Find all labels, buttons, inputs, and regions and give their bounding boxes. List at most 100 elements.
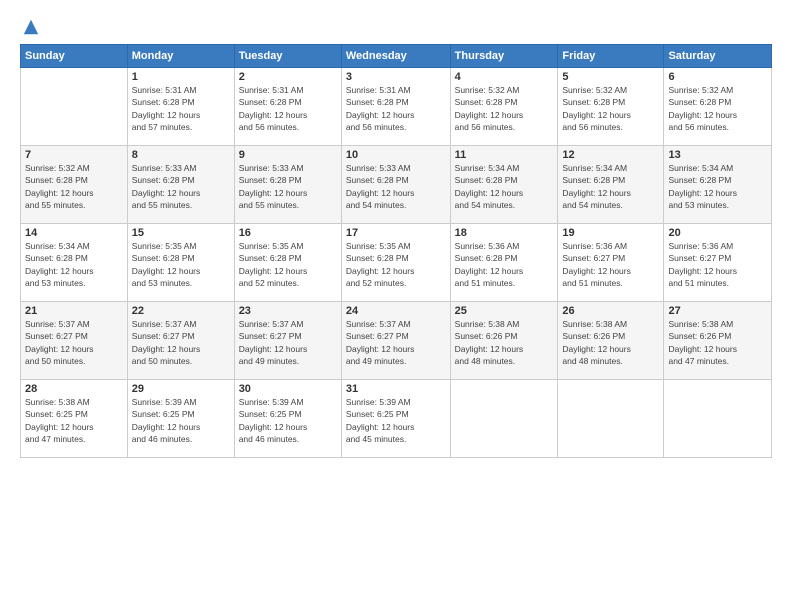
day-info: Sunrise: 5:38 AMSunset: 6:26 PMDaylight:…	[455, 318, 554, 367]
day-info: Sunrise: 5:36 AMSunset: 6:28 PMDaylight:…	[455, 240, 554, 289]
calendar-cell: 19Sunrise: 5:36 AMSunset: 6:27 PMDayligh…	[558, 224, 664, 302]
header	[20, 18, 772, 36]
day-number: 25	[455, 305, 554, 317]
day-number: 4	[455, 71, 554, 83]
calendar-cell: 11Sunrise: 5:34 AMSunset: 6:28 PMDayligh…	[450, 146, 558, 224]
calendar-cell: 10Sunrise: 5:33 AMSunset: 6:28 PMDayligh…	[341, 146, 450, 224]
day-info: Sunrise: 5:32 AMSunset: 6:28 PMDaylight:…	[668, 84, 767, 133]
calendar-cell: 21Sunrise: 5:37 AMSunset: 6:27 PMDayligh…	[21, 302, 128, 380]
day-number: 11	[455, 149, 554, 161]
day-info: Sunrise: 5:38 AMSunset: 6:25 PMDaylight:…	[25, 396, 123, 445]
day-number: 12	[562, 149, 659, 161]
calendar-cell	[664, 380, 772, 458]
day-number: 1	[132, 71, 230, 83]
day-info: Sunrise: 5:34 AMSunset: 6:28 PMDaylight:…	[25, 240, 123, 289]
day-header-tuesday: Tuesday	[234, 45, 341, 68]
calendar-cell: 26Sunrise: 5:38 AMSunset: 6:26 PMDayligh…	[558, 302, 664, 380]
calendar-cell: 30Sunrise: 5:39 AMSunset: 6:25 PMDayligh…	[234, 380, 341, 458]
day-header-thursday: Thursday	[450, 45, 558, 68]
calendar-week-3: 14Sunrise: 5:34 AMSunset: 6:28 PMDayligh…	[21, 224, 772, 302]
logo-icon	[22, 18, 40, 36]
day-info: Sunrise: 5:35 AMSunset: 6:28 PMDaylight:…	[239, 240, 337, 289]
day-number: 14	[25, 227, 123, 239]
day-info: Sunrise: 5:32 AMSunset: 6:28 PMDaylight:…	[25, 162, 123, 211]
day-info: Sunrise: 5:36 AMSunset: 6:27 PMDaylight:…	[562, 240, 659, 289]
day-number: 21	[25, 305, 123, 317]
calendar-cell: 8Sunrise: 5:33 AMSunset: 6:28 PMDaylight…	[127, 146, 234, 224]
day-info: Sunrise: 5:31 AMSunset: 6:28 PMDaylight:…	[346, 84, 446, 133]
calendar-cell	[558, 380, 664, 458]
calendar-cell: 14Sunrise: 5:34 AMSunset: 6:28 PMDayligh…	[21, 224, 128, 302]
day-number: 13	[668, 149, 767, 161]
calendar-cell: 27Sunrise: 5:38 AMSunset: 6:26 PMDayligh…	[664, 302, 772, 380]
calendar-cell	[450, 380, 558, 458]
day-info: Sunrise: 5:33 AMSunset: 6:28 PMDaylight:…	[239, 162, 337, 211]
calendar-cell: 5Sunrise: 5:32 AMSunset: 6:28 PMDaylight…	[558, 68, 664, 146]
day-info: Sunrise: 5:38 AMSunset: 6:26 PMDaylight:…	[668, 318, 767, 367]
day-info: Sunrise: 5:33 AMSunset: 6:28 PMDaylight:…	[346, 162, 446, 211]
calendar-cell: 23Sunrise: 5:37 AMSunset: 6:27 PMDayligh…	[234, 302, 341, 380]
page: SundayMondayTuesdayWednesdayThursdayFrid…	[0, 0, 792, 612]
day-number: 9	[239, 149, 337, 161]
calendar-cell: 18Sunrise: 5:36 AMSunset: 6:28 PMDayligh…	[450, 224, 558, 302]
calendar-cell: 31Sunrise: 5:39 AMSunset: 6:25 PMDayligh…	[341, 380, 450, 458]
day-info: Sunrise: 5:37 AMSunset: 6:27 PMDaylight:…	[346, 318, 446, 367]
day-number: 22	[132, 305, 230, 317]
calendar-header-row: SundayMondayTuesdayWednesdayThursdayFrid…	[21, 45, 772, 68]
day-number: 18	[455, 227, 554, 239]
day-header-wednesday: Wednesday	[341, 45, 450, 68]
day-number: 20	[668, 227, 767, 239]
day-number: 6	[668, 71, 767, 83]
day-info: Sunrise: 5:31 AMSunset: 6:28 PMDaylight:…	[239, 84, 337, 133]
day-info: Sunrise: 5:39 AMSunset: 6:25 PMDaylight:…	[346, 396, 446, 445]
day-number: 24	[346, 305, 446, 317]
calendar-cell	[21, 68, 128, 146]
calendar-cell: 1Sunrise: 5:31 AMSunset: 6:28 PMDaylight…	[127, 68, 234, 146]
calendar-cell: 15Sunrise: 5:35 AMSunset: 6:28 PMDayligh…	[127, 224, 234, 302]
calendar-cell: 20Sunrise: 5:36 AMSunset: 6:27 PMDayligh…	[664, 224, 772, 302]
calendar-week-2: 7Sunrise: 5:32 AMSunset: 6:28 PMDaylight…	[21, 146, 772, 224]
day-header-saturday: Saturday	[664, 45, 772, 68]
day-info: Sunrise: 5:37 AMSunset: 6:27 PMDaylight:…	[239, 318, 337, 367]
day-info: Sunrise: 5:37 AMSunset: 6:27 PMDaylight:…	[132, 318, 230, 367]
calendar-week-4: 21Sunrise: 5:37 AMSunset: 6:27 PMDayligh…	[21, 302, 772, 380]
day-number: 15	[132, 227, 230, 239]
day-info: Sunrise: 5:32 AMSunset: 6:28 PMDaylight:…	[562, 84, 659, 133]
calendar-cell: 16Sunrise: 5:35 AMSunset: 6:28 PMDayligh…	[234, 224, 341, 302]
day-header-sunday: Sunday	[21, 45, 128, 68]
day-number: 30	[239, 383, 337, 395]
day-info: Sunrise: 5:34 AMSunset: 6:28 PMDaylight:…	[668, 162, 767, 211]
day-number: 5	[562, 71, 659, 83]
calendar-cell: 4Sunrise: 5:32 AMSunset: 6:28 PMDaylight…	[450, 68, 558, 146]
calendar-table: SundayMondayTuesdayWednesdayThursdayFrid…	[20, 44, 772, 458]
day-info: Sunrise: 5:39 AMSunset: 6:25 PMDaylight:…	[132, 396, 230, 445]
day-number: 7	[25, 149, 123, 161]
day-info: Sunrise: 5:35 AMSunset: 6:28 PMDaylight:…	[346, 240, 446, 289]
day-number: 29	[132, 383, 230, 395]
day-info: Sunrise: 5:39 AMSunset: 6:25 PMDaylight:…	[239, 396, 337, 445]
day-number: 19	[562, 227, 659, 239]
day-info: Sunrise: 5:34 AMSunset: 6:28 PMDaylight:…	[562, 162, 659, 211]
day-info: Sunrise: 5:35 AMSunset: 6:28 PMDaylight:…	[132, 240, 230, 289]
day-info: Sunrise: 5:37 AMSunset: 6:27 PMDaylight:…	[25, 318, 123, 367]
calendar-cell: 9Sunrise: 5:33 AMSunset: 6:28 PMDaylight…	[234, 146, 341, 224]
calendar-cell: 24Sunrise: 5:37 AMSunset: 6:27 PMDayligh…	[341, 302, 450, 380]
calendar-cell: 7Sunrise: 5:32 AMSunset: 6:28 PMDaylight…	[21, 146, 128, 224]
day-number: 27	[668, 305, 767, 317]
day-info: Sunrise: 5:31 AMSunset: 6:28 PMDaylight:…	[132, 84, 230, 133]
calendar-cell: 17Sunrise: 5:35 AMSunset: 6:28 PMDayligh…	[341, 224, 450, 302]
day-number: 31	[346, 383, 446, 395]
calendar-cell: 22Sunrise: 5:37 AMSunset: 6:27 PMDayligh…	[127, 302, 234, 380]
calendar-cell: 28Sunrise: 5:38 AMSunset: 6:25 PMDayligh…	[21, 380, 128, 458]
day-number: 16	[239, 227, 337, 239]
day-number: 2	[239, 71, 337, 83]
day-number: 28	[25, 383, 123, 395]
day-info: Sunrise: 5:38 AMSunset: 6:26 PMDaylight:…	[562, 318, 659, 367]
logo	[20, 18, 40, 36]
day-header-monday: Monday	[127, 45, 234, 68]
day-number: 10	[346, 149, 446, 161]
calendar-cell: 25Sunrise: 5:38 AMSunset: 6:26 PMDayligh…	[450, 302, 558, 380]
calendar-cell: 3Sunrise: 5:31 AMSunset: 6:28 PMDaylight…	[341, 68, 450, 146]
calendar-cell: 6Sunrise: 5:32 AMSunset: 6:28 PMDaylight…	[664, 68, 772, 146]
calendar-cell: 2Sunrise: 5:31 AMSunset: 6:28 PMDaylight…	[234, 68, 341, 146]
